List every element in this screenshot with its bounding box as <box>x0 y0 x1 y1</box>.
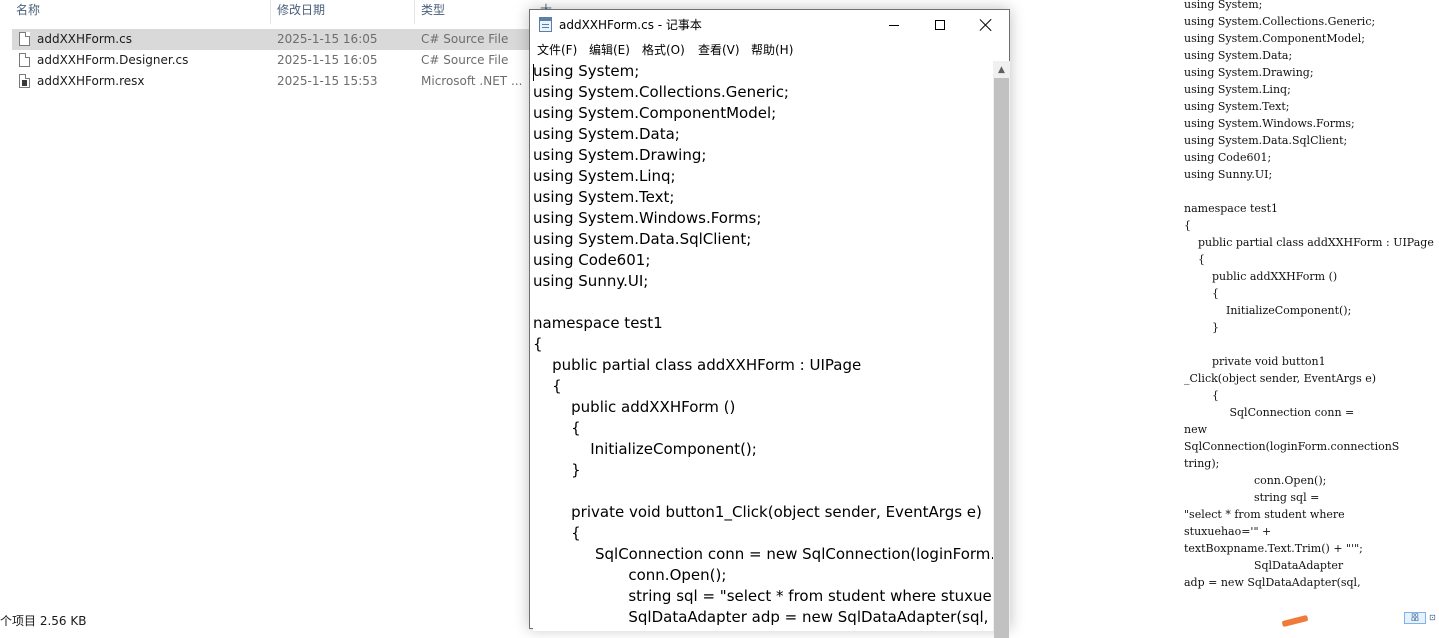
maximize-button[interactable] <box>917 10 963 40</box>
file-row[interactable]: addXXHForm.resx 2025-1-15 15:53 Microsof… <box>12 71 530 92</box>
menu-view[interactable]: 查看(V) <box>698 40 740 60</box>
scrollbar-thumb[interactable] <box>994 78 1009 638</box>
menu-help[interactable]: 帮助(H) <box>751 40 793 60</box>
file-name: addXXHForm.resx <box>37 74 145 88</box>
text-caret <box>533 64 534 81</box>
column-header-type[interactable]: 类型 <box>421 0 445 24</box>
file-date: 2025-1-15 16:05 <box>277 32 378 46</box>
notepad-window: addXXHForm.cs - 记事本 文件(F) 编辑(E) 格式(O) 查看… <box>529 9 1010 638</box>
title-bar[interactable]: addXXHForm.cs - 记事本 <box>530 10 1009 40</box>
code-preview-panel[interactable]: using System; using System.Collections.G… <box>1176 0 1439 610</box>
menu-bar: 文件(F) 编辑(E) 格式(O) 查看(V) 帮助(H) <box>530 40 1009 60</box>
orange-marker <box>1281 614 1309 628</box>
file-type: Microsoft .NET ... <box>421 74 523 88</box>
editor-text: using System; using System.Collections.G… <box>533 62 993 626</box>
menu-edit[interactable]: 编辑(E) <box>589 40 630 60</box>
column-header-date[interactable]: 修改日期 <box>277 0 325 24</box>
menu-format[interactable]: 格式(O) <box>642 40 685 60</box>
resx-file-icon <box>19 74 30 88</box>
scroll-up-arrow-icon[interactable]: ▲ <box>993 61 1010 78</box>
file-row[interactable]: addXXHForm.Designer.cs 2025-1-15 16:05 C… <box>12 50 530 71</box>
close-button[interactable] <box>963 10 1009 40</box>
close-icon <box>980 19 992 31</box>
notepad-app-icon[interactable] <box>539 17 552 32</box>
menu-file[interactable]: 文件(F) <box>537 40 577 60</box>
panel-expand-icon[interactable]: ⊡ <box>1429 612 1439 624</box>
file-type: C# Source File <box>421 32 509 46</box>
minimize-icon <box>889 24 899 26</box>
vertical-scrollbar[interactable]: ▲ <box>993 61 1010 638</box>
file-date: 2025-1-15 15:53 <box>277 74 378 88</box>
minimize-button[interactable] <box>871 10 917 40</box>
maximize-icon <box>935 20 945 30</box>
status-bar-text: 个项目 2.56 KB <box>0 614 87 628</box>
file-name: addXXHForm.Designer.cs <box>37 53 189 67</box>
window-title: addXXHForm.cs - 记事本 <box>559 18 702 32</box>
text-editor-area[interactable]: using System; using System.Collections.G… <box>533 61 993 631</box>
panel-toggle-button[interactable]: 㗊 <box>1404 612 1426 624</box>
code-preview-text: using System; using System.Collections.G… <box>1184 0 1434 589</box>
column-divider[interactable] <box>414 0 415 24</box>
file-explorer: 名称 修改日期 类型 大小 addXXHForm.cs 2025-1-15 16… <box>0 0 552 628</box>
file-icon <box>19 53 30 67</box>
file-row[interactable]: addXXHForm.cs 2025-1-15 16:05 C# Source … <box>12 29 530 50</box>
file-icon <box>19 32 30 46</box>
column-header-name[interactable]: 名称 <box>16 0 40 24</box>
file-name: addXXHForm.cs <box>37 32 132 46</box>
file-date: 2025-1-15 16:05 <box>277 53 378 67</box>
file-type: C# Source File <box>421 53 509 67</box>
column-divider[interactable] <box>270 0 271 24</box>
